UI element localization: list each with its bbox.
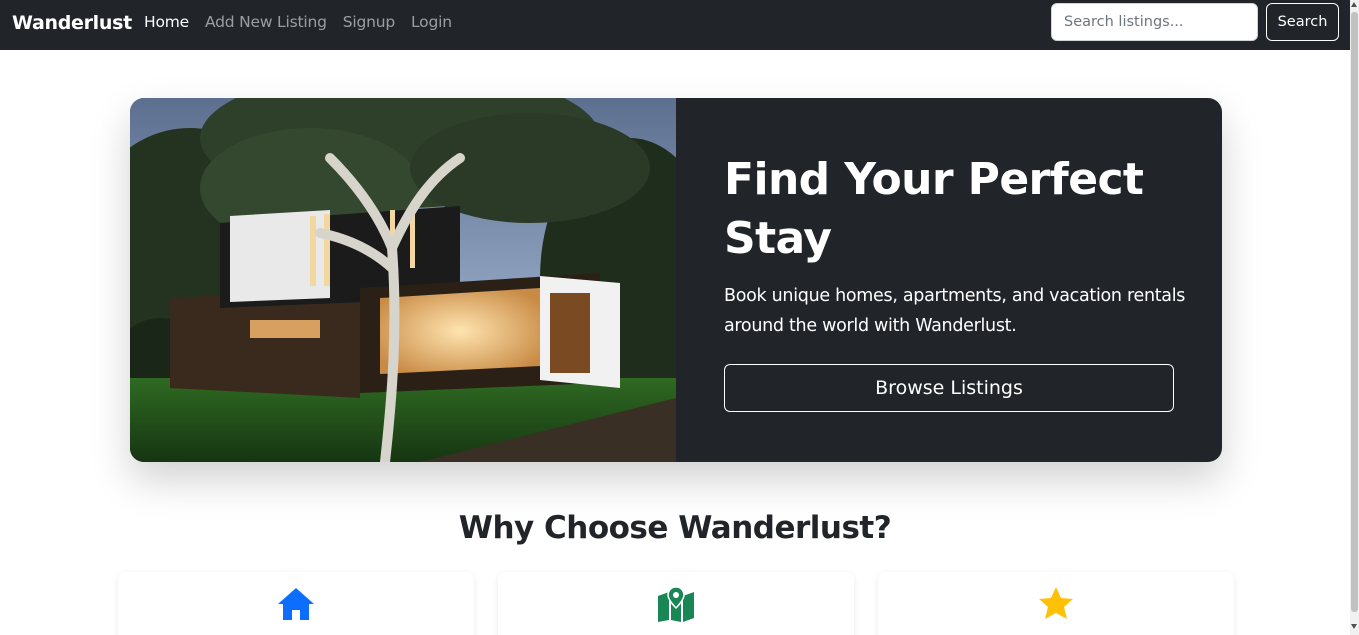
nav-link-add-new-listing[interactable]: Add New Listing [205, 13, 327, 31]
hero-card: Find Your Perfect Stay Book unique homes… [130, 98, 1222, 462]
nav-links: Home Add New Listing Signup Login [144, 13, 468, 31]
star-icon [1039, 587, 1073, 619]
why-choose-title: Why Choose Wanderlust? [458, 510, 892, 546]
browse-listings-button[interactable]: Browse Listings [724, 364, 1174, 412]
house-icon [278, 588, 314, 620]
map-location-icon [658, 586, 694, 622]
hero-image [130, 98, 676, 462]
nav-link-home[interactable]: Home [144, 13, 189, 31]
navbar: Wanderlust Home Add New Listing Signup L… [0, 0, 1350, 50]
scroll-thumb[interactable] [1351, 12, 1358, 612]
feature-card-locations [498, 572, 854, 635]
search-button[interactable]: Search [1266, 3, 1339, 41]
search-input[interactable] [1051, 3, 1258, 41]
hero-title: Find Your Perfect Stay [724, 154, 1144, 264]
scroll-up-arrow-icon[interactable] [1351, 2, 1357, 7]
nav-link-login[interactable]: Login [411, 13, 452, 31]
scroll-down-arrow-icon[interactable] [1351, 624, 1357, 629]
hero-description: Book unique homes, apartments, and vacat… [724, 286, 1186, 336]
brand-logo[interactable]: Wanderlust [12, 12, 132, 34]
nav-link-signup[interactable]: Signup [343, 13, 395, 31]
feature-card-homes [118, 572, 474, 635]
feature-card-reviews [878, 572, 1234, 635]
